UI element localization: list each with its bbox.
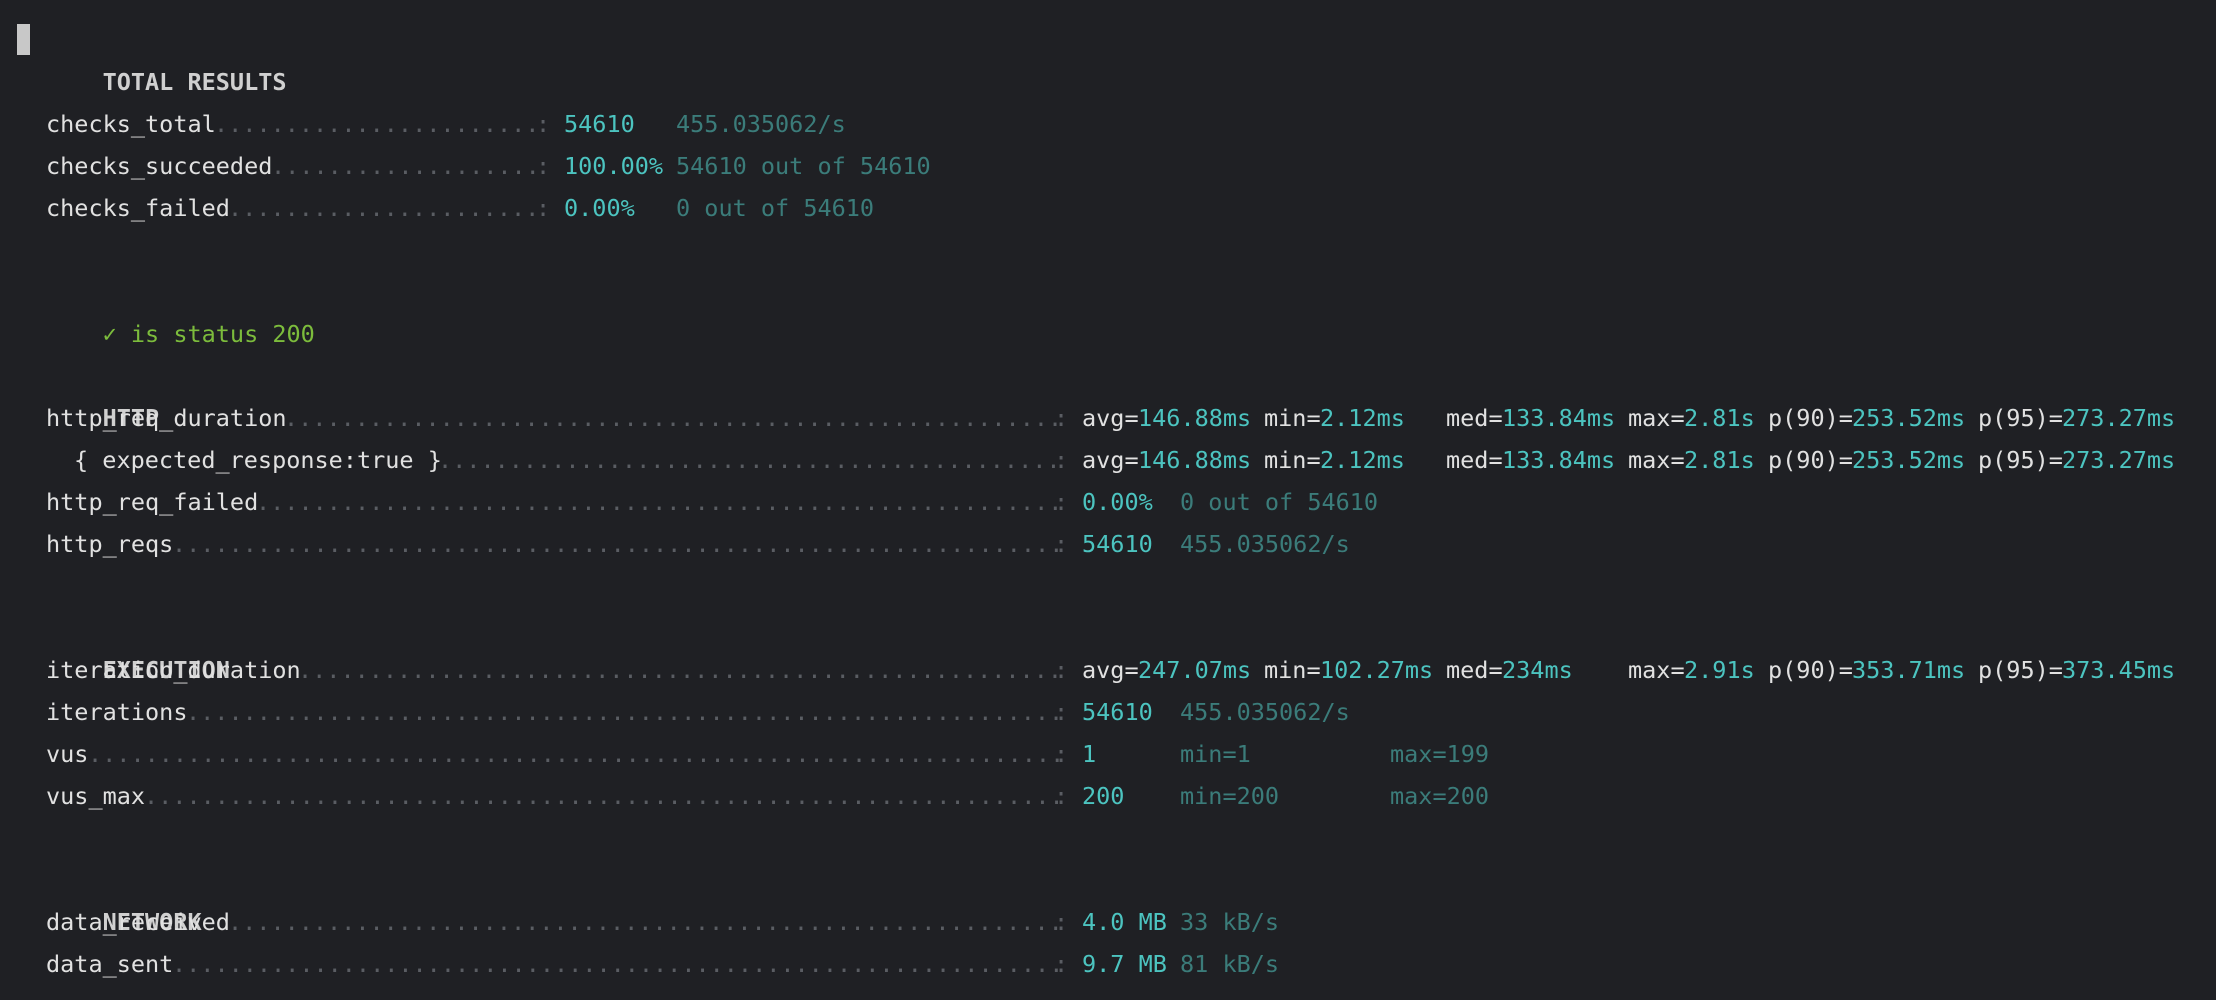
terminal-output: TOTAL RESULTS checks_total .............… <box>0 0 2216 1000</box>
med-value: 133.84ms <box>1502 446 1616 474</box>
leader-dots: ........................................… <box>186 698 1059 726</box>
p90-value: 353.71ms <box>1852 656 1966 684</box>
leader-dots: ........................................… <box>172 950 1059 978</box>
vus-row: vus ....................................… <box>0 733 1489 775</box>
metric-rate: 33 kB/s <box>1180 908 1280 936</box>
avg-value: 247.07ms <box>1138 656 1252 684</box>
leader-dots: ........................................… <box>438 446 1058 474</box>
section-heading-execution: EXECUTION <box>102 656 230 684</box>
metric-name: iterations <box>46 698 188 726</box>
min-value: 2.12ms <box>1320 446 1405 474</box>
metric-max: max=200 <box>1390 782 1490 810</box>
metric-value: 0.00% <box>564 194 635 222</box>
metric-name: iteration_duration <box>46 656 301 684</box>
p95-value: 373.45ms <box>2062 656 2176 684</box>
vus-max-row: vus_max ................................… <box>0 775 1489 817</box>
title-text: TOTAL RESULTS <box>102 68 287 96</box>
leader-dots: ........................................… <box>172 530 1059 558</box>
metric-name: checks_succeeded <box>46 152 273 180</box>
p90-value: 253.52ms <box>1852 446 1966 474</box>
metric-detail: 54610 out of 54610 <box>676 152 931 180</box>
leader-dots: ........................................… <box>88 740 1059 768</box>
metric-value: 200 <box>1082 782 1125 810</box>
checks-failed-row: checks_failed ..........................… <box>0 187 874 229</box>
metric-value: 9.7 MB <box>1082 950 1167 978</box>
leader-dots: ........................................… <box>228 908 1059 936</box>
checks-succeeded-row: checks_succeeded .......................… <box>0 145 931 187</box>
metric-rate: 455.035062/s <box>1180 530 1350 558</box>
metric-name: { expected_response:true } <box>74 446 442 474</box>
metric-value: 54610 <box>1082 698 1153 726</box>
metric-name: http_req_failed <box>46 488 259 516</box>
leader-dots: ........................................… <box>284 404 1059 432</box>
page-title: TOTAL RESULTS <box>46 19 287 96</box>
data-received-row: data_received ..........................… <box>0 901 1279 943</box>
http-req-duration-row: http_req_duration ......................… <box>0 397 2175 439</box>
http-reqs-row: http_reqs ..............................… <box>0 523 1350 565</box>
checks-total-row: checks_total ...........................… <box>0 103 846 145</box>
metric-name: checks_total <box>46 110 216 138</box>
leader-dots: ........................................… <box>228 194 544 222</box>
metric-value: 54610 <box>1082 530 1153 558</box>
metric-rate: 81 kB/s <box>1180 950 1280 978</box>
p95-value: 273.27ms <box>2062 404 2176 432</box>
avg-value: 146.88ms <box>1138 446 1252 474</box>
p95-value: 273.27ms <box>2062 446 2176 474</box>
metric-value: 54610 <box>564 110 635 138</box>
leader-dots: ........................................… <box>298 656 1059 684</box>
metric-min: min=200 <box>1180 782 1280 810</box>
min-value: 2.12ms <box>1320 404 1405 432</box>
http-req-failed-row: http_req_failed ........................… <box>0 481 1378 523</box>
metric-value: 0.00% <box>1082 488 1153 516</box>
check-status-text: ✓ is status 200 <box>102 320 315 348</box>
metric-min: min=1 <box>1180 740 1251 768</box>
expected-response-row: { expected_response:true } .............… <box>0 439 2175 481</box>
metric-name: http_req_duration <box>46 404 287 432</box>
max-value: 2.81s <box>1684 404 1755 432</box>
data-sent-row: data_sent ..............................… <box>0 943 1279 985</box>
leader-dots: ........................................… <box>256 488 1059 516</box>
iterations-row: iterations .............................… <box>0 691 1350 733</box>
section-heading-http: HTTP <box>102 404 160 432</box>
section-heading-network: NETWORK <box>102 908 202 936</box>
leader-dots: ........................................… <box>144 782 1059 810</box>
metric-value: 1 <box>1082 740 1097 768</box>
metric-value: 100.00% <box>564 152 664 180</box>
max-value: 2.91s <box>1684 656 1755 684</box>
metric-value: 4.0 MB <box>1082 908 1167 936</box>
leader-dots: ........................................… <box>271 152 544 180</box>
metric-name: vus <box>46 740 89 768</box>
metric-name: data_received <box>46 908 230 936</box>
check-status-line: ✓ is status 200 <box>46 271 315 348</box>
med-value: 133.84ms <box>1502 404 1616 432</box>
metric-max: max=199 <box>1390 740 1490 768</box>
metric-name: checks_failed <box>46 194 230 222</box>
min-value: 102.27ms <box>1320 656 1434 684</box>
p90-value: 253.52ms <box>1852 404 1966 432</box>
iteration-duration-row: iteration_duration .....................… <box>0 649 2175 691</box>
metric-rate: 455.035062/s <box>1180 698 1350 726</box>
max-value: 2.81s <box>1684 446 1755 474</box>
metric-name: http_reqs <box>46 530 174 558</box>
metric-rate: 455.035062/s <box>676 110 846 138</box>
metric-name: vus_max <box>46 782 146 810</box>
metric-detail: 0 out of 54610 <box>1180 488 1379 516</box>
metric-detail: 0 out of 54610 <box>676 194 875 222</box>
metric-name: data_sent <box>46 950 174 978</box>
section-marker <box>17 24 30 55</box>
med-value: 234ms <box>1502 656 1573 684</box>
leader-dots: ........................................… <box>214 110 544 138</box>
avg-value: 146.88ms <box>1138 404 1252 432</box>
